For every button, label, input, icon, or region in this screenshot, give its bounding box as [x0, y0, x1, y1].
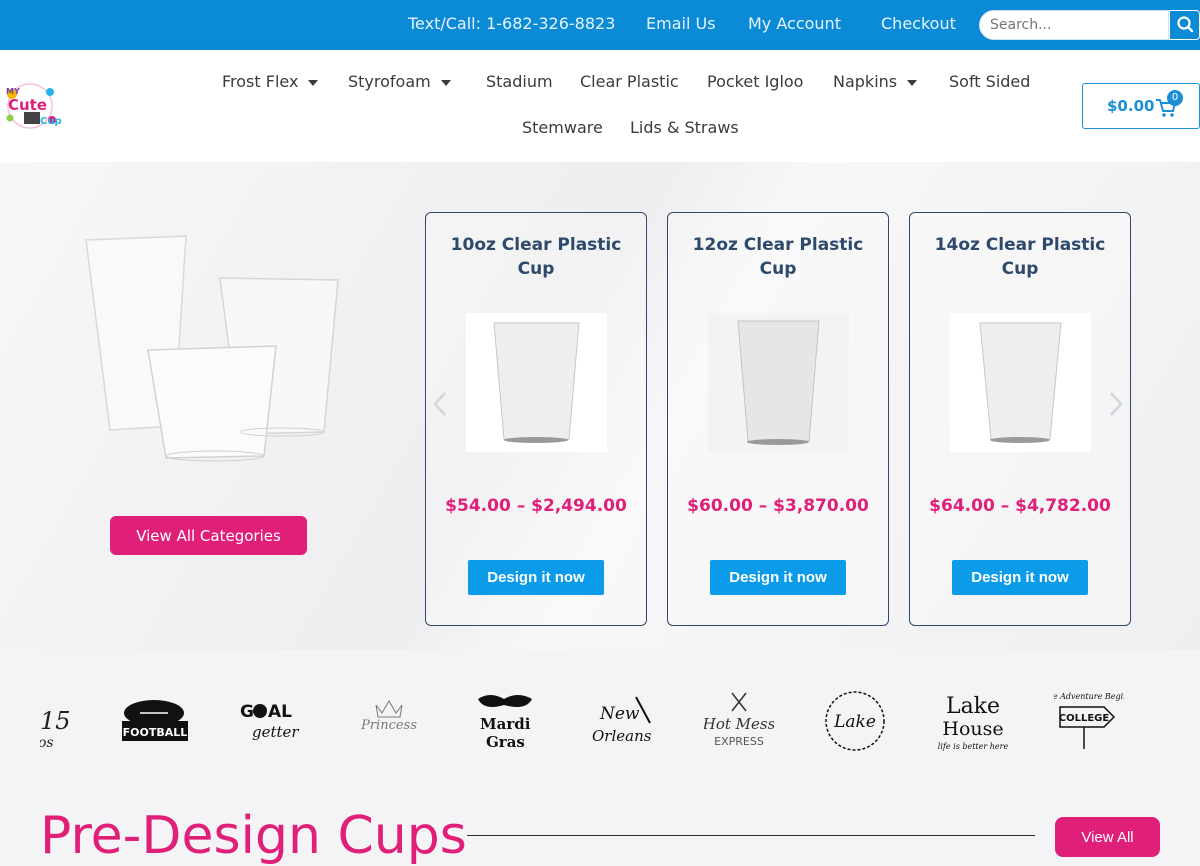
nav-item-lids-straws[interactable]: Lids & Straws — [630, 118, 739, 137]
design-logo-new-orleans[interactable]: New Orleans — [588, 683, 658, 759]
svg-text:AL: AL — [268, 702, 292, 722]
design-logo-goal-getter[interactable]: G AL getter — [238, 683, 308, 759]
nav-item-napkins[interactable]: Napkins — [833, 72, 918, 91]
search-button[interactable] — [1169, 10, 1200, 40]
nav-item-frost-flex[interactable]: Frost Flex — [222, 72, 319, 91]
carousel-next-icon[interactable] — [1108, 390, 1124, 418]
design-logo-15-anos[interactable]: 15os — [40, 683, 71, 759]
nav-item-soft-sided[interactable]: Soft Sided — [949, 72, 1030, 91]
svg-text:MY: MY — [6, 87, 20, 96]
svg-text:getter: getter — [252, 723, 299, 741]
svg-text:House: House — [942, 718, 1003, 740]
svg-text:The Adventure Begins!: The Adventure Begins! — [1054, 692, 1124, 701]
main-nav: Cute Cup MY Frost Flex Styrofoam Stadium… — [0, 50, 1200, 162]
nav-item-stemware[interactable]: Stemware — [522, 118, 603, 137]
product-image[interactable] — [466, 313, 607, 452]
svg-text:Orleans: Orleans — [592, 727, 652, 745]
view-all-categories-button[interactable]: View All Categories — [110, 516, 307, 555]
product-title[interactable]: 10oz Clear Plastic Cup — [436, 233, 636, 281]
design-logo-mardi-gras[interactable]: Mardi Gras — [470, 683, 540, 759]
phone-link[interactable]: Text/Call: 1-682-326-8823 — [408, 14, 615, 33]
logo-graphic: Cute Cup MY — [6, 83, 62, 129]
product-card[interactable]: 12oz Clear Plastic Cup $60.00 – $3,870.0… — [667, 212, 889, 626]
search-icon — [1177, 16, 1194, 33]
checkout-link[interactable]: Checkout — [881, 14, 956, 33]
design-logo-lake-happens[interactable]: Lake — [820, 683, 890, 759]
design-logo-strip: 15os FOOTBALL G ALgetter Princess MardiGr… — [40, 683, 1140, 763]
design-it-now-button[interactable]: Design it now — [710, 560, 846, 595]
design-logo-lake-house[interactable]: Lake House life is better here — [938, 683, 1009, 759]
caret-down-icon — [907, 79, 918, 86]
svg-text:New: New — [599, 704, 640, 724]
design-logo-college[interactable]: The Adventure Begins! COLLEGE — [1042, 683, 1136, 759]
svg-text:os: os — [40, 735, 54, 751]
svg-text:COLLEGE: COLLEGE — [1059, 713, 1110, 724]
svg-text:G: G — [240, 702, 254, 722]
caret-down-icon — [308, 79, 319, 86]
svg-text:EXPRESS: EXPRESS — [714, 735, 764, 748]
nav-item-stadium[interactable]: Stadium — [486, 72, 553, 91]
svg-text:15: 15 — [40, 707, 71, 735]
svg-text:FOOTBALL: FOOTBALL — [123, 726, 188, 739]
product-price: $54.00 – $2,494.00 — [445, 496, 627, 516]
svg-text:Lake: Lake — [946, 694, 1000, 719]
product-price: $60.00 – $3,870.00 — [687, 496, 869, 516]
product-title[interactable]: 12oz Clear Plastic Cup — [678, 233, 878, 281]
svg-text:Mardi: Mardi — [480, 715, 531, 733]
predesign-title: Pre-Design Cups — [40, 806, 467, 866]
product-title[interactable]: 14oz Clear Plastic Cup — [920, 233, 1120, 281]
my-account-link[interactable]: My Account — [748, 14, 841, 33]
clear-cups-image — [76, 226, 356, 466]
svg-text:Cup: Cup — [40, 116, 62, 127]
nav-item-styrofoam[interactable]: Styrofoam — [348, 72, 451, 91]
design-it-now-button[interactable]: Design it now — [952, 560, 1088, 595]
svg-text:Lake: Lake — [833, 712, 876, 732]
site-logo[interactable]: Cute Cup MY — [0, 80, 66, 132]
nav-label: Styrofoam — [348, 72, 431, 91]
nav-item-pocket-igloo[interactable]: Pocket Igloo — [707, 72, 803, 91]
nav-item-clear-plastic[interactable]: Clear Plastic — [580, 72, 679, 91]
caret-down-icon — [440, 79, 451, 86]
product-price: $64.00 – $4,782.00 — [929, 496, 1111, 516]
product-card[interactable]: 10oz Clear Plastic Cup $54.00 – $2,494.0… — [425, 212, 647, 626]
svg-text:Cute: Cute — [8, 96, 47, 114]
design-logo-princess[interactable]: Princess — [354, 683, 424, 759]
search-box — [979, 10, 1169, 40]
svg-text:Gras: Gras — [486, 733, 525, 751]
product-image[interactable] — [708, 313, 849, 452]
email-link[interactable]: Email Us — [646, 14, 716, 33]
top-bar: Text/Call: 1-682-326-8823 Email Us My Ac… — [0, 0, 1200, 50]
design-it-now-button[interactable]: Design it now — [468, 560, 604, 595]
product-card[interactable]: 14oz Clear Plastic Cup $64.00 – $4,782.0… — [909, 212, 1131, 626]
design-logo-hot-mess-express[interactable]: Hot Mess EXPRESS — [702, 683, 776, 759]
svg-text:Princess: Princess — [360, 718, 417, 733]
carousel-prev-icon[interactable] — [432, 390, 448, 418]
search-input[interactable] — [980, 11, 1168, 39]
product-image[interactable] — [950, 313, 1091, 452]
cart-amount: $0.00 — [1107, 97, 1155, 115]
svg-text:life is better here: life is better here — [938, 742, 1008, 751]
section-divider — [467, 835, 1035, 836]
nav-label: Frost Flex — [222, 72, 299, 91]
svg-text:Hot Mess: Hot Mess — [704, 715, 774, 733]
design-logo-football[interactable]: FOOTBALL — [120, 683, 190, 759]
cart-button[interactable]: $0.00 0 — [1082, 83, 1200, 129]
cart-count-badge: 0 — [1167, 90, 1183, 106]
nav-label: Napkins — [833, 72, 898, 91]
view-all-button[interactable]: View All — [1055, 817, 1160, 857]
